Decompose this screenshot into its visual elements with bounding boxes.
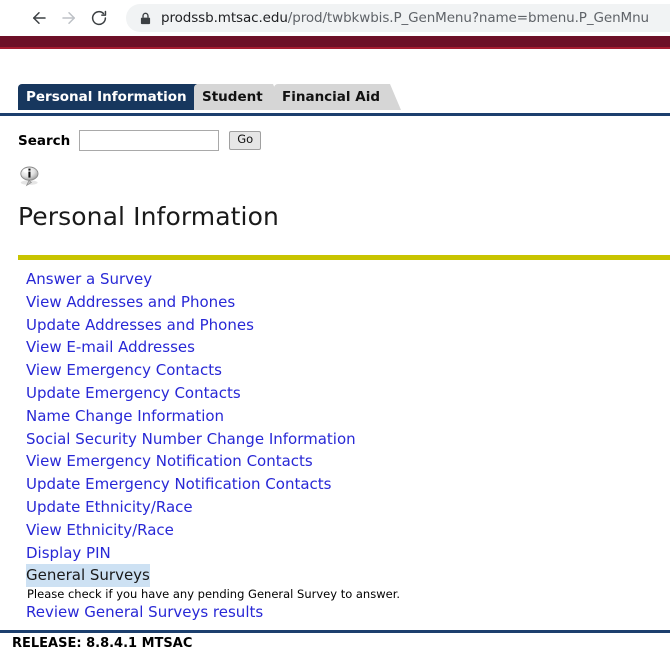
reload-icon (90, 9, 108, 27)
menu-link-view-emergency-contacts[interactable]: View Emergency Contacts (26, 359, 222, 382)
list-item: Update Ethnicity/Race (0, 496, 670, 519)
search-row: Search Go (0, 130, 670, 151)
tab-student[interactable]: Student (194, 84, 284, 110)
list-item: View Emergency Contacts (0, 359, 670, 382)
menu-link-general-surveys[interactable]: General Surveys (26, 564, 150, 588)
list-item: Name Change Information (0, 405, 670, 428)
tab-financial-aid[interactable]: Financial Aid (274, 84, 401, 110)
title-divider (18, 255, 670, 260)
list-item: View Addresses and Phones (0, 291, 670, 314)
url-text: prodssb.mtsac.edu/prod/twbkwbis.P_GenMen… (161, 10, 649, 26)
menu-list: Answer a Survey View Addresses and Phone… (0, 268, 670, 624)
url-path: /prod/twbkwbis.P_GenMenu?name=bmenu.P_Ge… (287, 10, 649, 26)
tab-personal-information[interactable]: Personal Information (18, 84, 208, 110)
page-title: Personal Information (18, 202, 279, 231)
menu-link-view-e-mail-addresses[interactable]: View E-mail Addresses (26, 336, 195, 359)
browser-toolbar: prodssb.mtsac.edu/prod/twbkwbis.P_GenMen… (0, 0, 670, 36)
address-bar[interactable]: prodssb.mtsac.edu/prod/twbkwbis.P_GenMen… (126, 4, 670, 32)
search-label: Search (18, 132, 71, 149)
footer-divider (0, 629, 670, 633)
list-item: Answer a Survey (0, 268, 670, 291)
list-item: View E-mail Addresses (0, 336, 670, 359)
list-item: Update Emergency Contacts (0, 382, 670, 405)
list-item: View Ethnicity/Race (0, 519, 670, 542)
list-item: Display PIN (0, 542, 670, 565)
menu-link-display-pin[interactable]: Display PIN (26, 542, 111, 565)
menu-link-update-emergency-notification-contacts[interactable]: Update Emergency Notification Contacts (26, 473, 331, 496)
list-item: Social Security Number Change Informatio… (0, 428, 670, 451)
tab-label: Student (202, 89, 263, 105)
tab-bar: Personal Information Student Financial A… (0, 84, 670, 116)
menu-link-answer-a-survey[interactable]: Answer a Survey (26, 268, 152, 291)
brand-banner (0, 36, 670, 49)
menu-link-social-security-number-change-information[interactable]: Social Security Number Change Informatio… (26, 428, 356, 451)
page-content: Personal Information Student Financial A… (0, 84, 670, 651)
url-host: prodssb.mtsac.edu (161, 10, 288, 26)
menu-description-general-surveys: Please check if you have any pending Gen… (27, 587, 401, 602)
search-input[interactable] (79, 130, 220, 151)
menu-link-update-addresses-and-phones[interactable]: Update Addresses and Phones (26, 314, 254, 337)
list-item: Update Addresses and Phones (0, 314, 670, 337)
reload-button[interactable] (84, 3, 114, 33)
arrow-right-icon (60, 9, 78, 27)
tab-label: Financial Aid (282, 89, 380, 105)
tab-label: Personal Information (26, 89, 187, 105)
lock-icon (140, 12, 151, 25)
menu-link-review-general-surveys-results[interactable]: Review General Surveys results (26, 601, 263, 624)
menu-link-view-addresses-and-phones[interactable]: View Addresses and Phones (26, 291, 235, 314)
forward-button[interactable] (54, 3, 84, 33)
list-item: Update Emergency Notification Contacts (0, 473, 670, 496)
arrow-left-icon (30, 9, 48, 27)
release-text: RELEASE: 8.8.4.1 MTSAC (12, 635, 193, 651)
list-item: General Surveys Please check if you have… (0, 564, 670, 601)
menu-link-name-change-information[interactable]: Name Change Information (26, 405, 224, 428)
back-button[interactable] (24, 3, 54, 33)
menu-link-view-ethnicity-race[interactable]: View Ethnicity/Race (26, 519, 174, 542)
information-icon[interactable] (17, 166, 43, 193)
list-item: View Emergency Notification Contacts (0, 450, 670, 473)
menu-link-update-emergency-contacts[interactable]: Update Emergency Contacts (26, 382, 241, 405)
menu-link-update-ethnicity-race[interactable]: Update Ethnicity/Race (26, 496, 193, 519)
list-item: Review General Surveys results (0, 601, 670, 624)
tab-slant (390, 84, 401, 110)
go-button[interactable]: Go (229, 131, 262, 150)
info-icon-row (0, 163, 670, 191)
menu-link-view-emergency-notification-contacts[interactable]: View Emergency Notification Contacts (26, 450, 313, 473)
